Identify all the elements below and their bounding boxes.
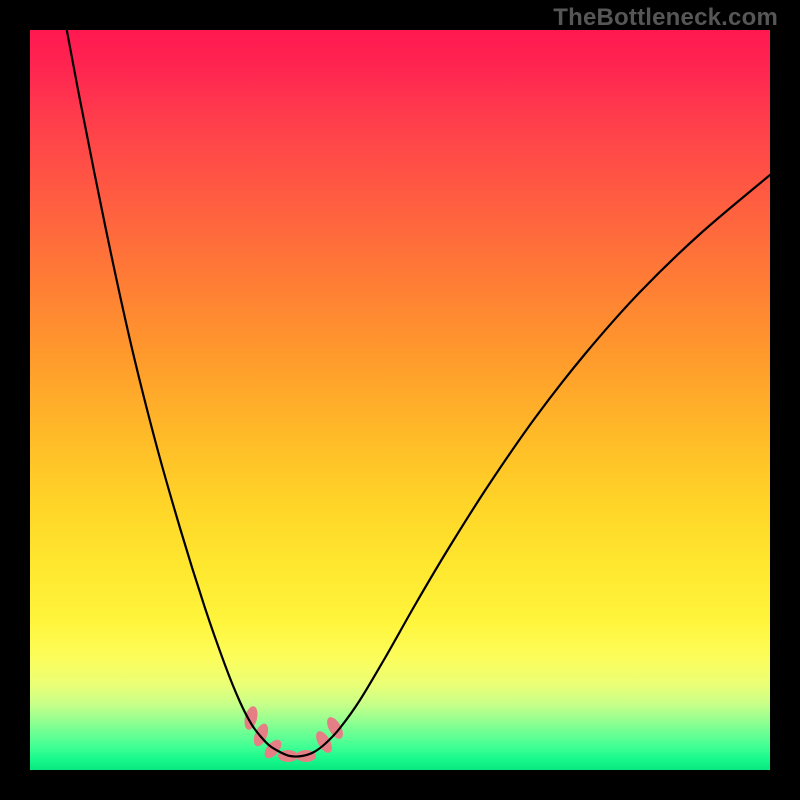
- highlight-marker: [242, 705, 259, 731]
- plot-area: [30, 30, 770, 770]
- bottleneck-curve: [63, 30, 770, 757]
- chart-frame: TheBottleneck.com: [0, 0, 800, 800]
- watermark-text: TheBottleneck.com: [553, 4, 778, 32]
- curve-layer: [30, 30, 770, 770]
